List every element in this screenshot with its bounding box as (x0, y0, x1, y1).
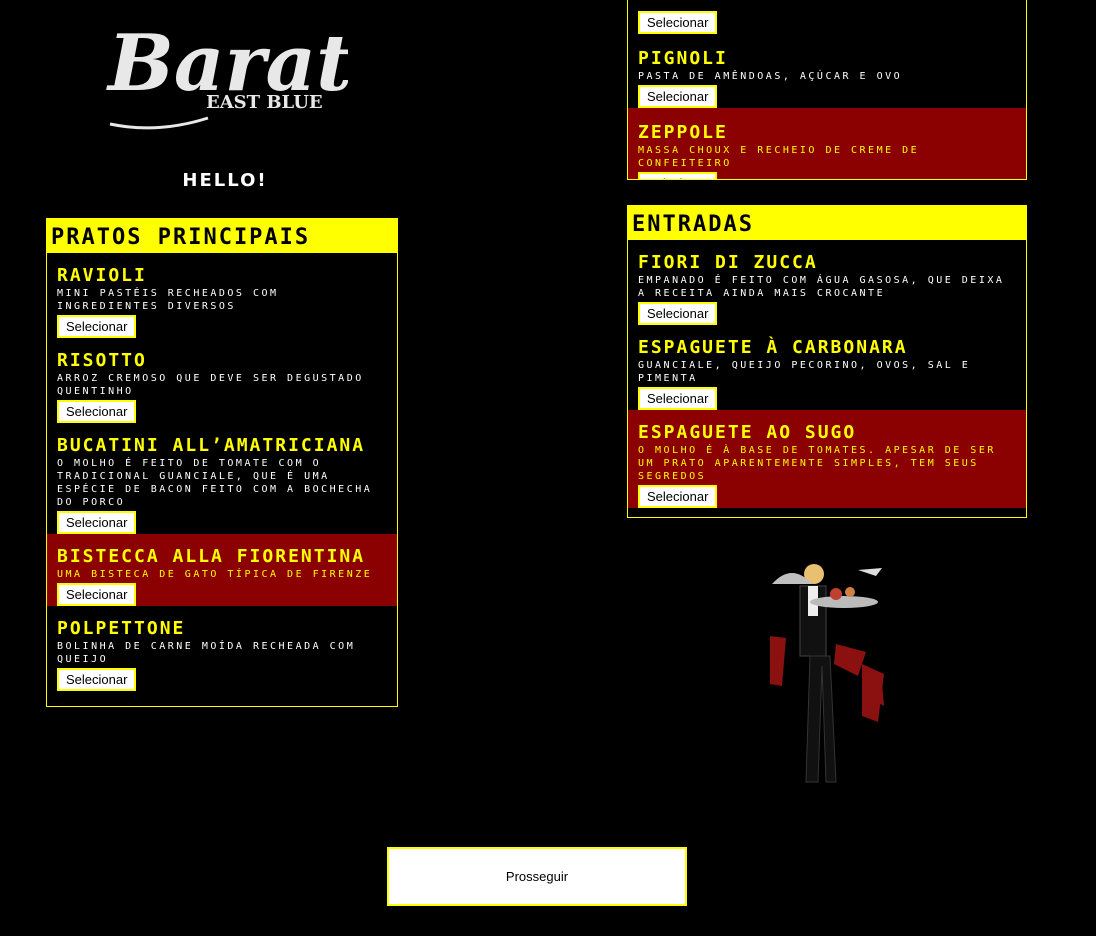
menu-list: Selecionar PIGNOLI PASTA DE AMÊNDOAS, AÇÚC… (628, 0, 1026, 179)
menu-item-name: RISOTTO (57, 350, 147, 371)
select-button[interactable]: Selecionar (638, 387, 718, 410)
menu-item: RAVIOLI MINI PASTÉIS RECHEADOS COM INGRED… (47, 253, 397, 338)
menu-item-name: BISTECCA ALLA FIORENTINA (57, 546, 366, 567)
proceed-button[interactable]: Prosseguir (387, 847, 687, 906)
menu-item: RISOTTO ARROZ CREMOSO QUE DEVE SER DEGUST… (47, 338, 397, 423)
menu-item: ZEPPOLE MASSA CHOUX E RECHEIO DE CREME DE… (628, 108, 1026, 179)
menu-item-description: MASSA CHOUX E RECHEIO DE CREME DE CONFEI… (638, 145, 920, 169)
menu-item-description: BOLINHA DE CARNE MOÍDA RECHEADA COM QUEI… (57, 641, 356, 665)
menu-item-name: POLPETTONE (57, 618, 186, 639)
menu-item: ESPAGUETE AO SUGO O MOLHO É À BASE DE TOM… (628, 410, 1026, 508)
menu-list: FIORI DI ZUCCA EMPANADO É FEITO COM ÁGUA … (628, 240, 1026, 508)
panel-title: PRATOS PRINCIPAIS (47, 219, 397, 253)
menu-item: PIGNOLI PASTA DE AMÊNDOAS, AÇÚCAR E OVO Se… (628, 34, 1026, 108)
menu-item-name: ESPAGUETE AO SUGO (638, 422, 857, 443)
menu-item-name: PIGNOLI (638, 48, 728, 69)
select-button[interactable]: Selecionar (57, 315, 137, 338)
svg-text:EAST BLUE: EAST BLUE (206, 92, 323, 113)
menu-item-description: GUANCIALE, QUEIJO PECORINO, OVOS, SAL E … (638, 360, 971, 384)
menu-item: POLPETTONE BOLINHA DE CARNE MOÍDA RECHEAD… (47, 606, 397, 691)
menu-item-name: FIORI DI ZUCCA (638, 252, 818, 273)
menu-item-description: ARROZ CREMOSO QUE DEVE SER DEGUSTADO QUE… (57, 373, 364, 397)
menu-item-name: RAVIOLI (57, 265, 147, 286)
select-button[interactable]: Selecionar (638, 172, 718, 179)
menu-item-name: ZEPPOLE (638, 122, 728, 143)
sobremesas-panel: Selecionar PIGNOLI PASTA DE AMÊNDOAS, AÇÚC… (627, 0, 1027, 180)
chef-illustration (766, 556, 890, 794)
select-button[interactable]: Selecionar (57, 511, 137, 534)
menu-item-description: PASTA DE AMÊNDOAS, AÇÚCAR E OVO (638, 71, 903, 82)
select-button[interactable]: Selecionar (638, 11, 718, 34)
greeting: HELLO! (182, 170, 268, 191)
select-button[interactable]: Selecionar (638, 302, 718, 325)
menu-item-description: EMPANADO É FEITO COM ÁGUA GASOSA, QUE DE… (638, 275, 1005, 299)
menu-item-description: UMA BISTECA DE GATO TÍPICA DE FIRENZE (57, 569, 373, 580)
panel-title: ENTRADAS (628, 206, 1026, 240)
menu-item: ESPAGUETE À CARBONARA GUANCIALE, QUEIJO P… (628, 325, 1026, 410)
menu-item-description: O MOLHO É FEITO DE TOMATE COM O TRADICIO… (57, 458, 373, 508)
select-button[interactable]: Selecionar (57, 668, 137, 691)
menu-item: Selecionar (628, 0, 1026, 34)
menu-item-name: ESPAGUETE À CARBONARA (638, 337, 908, 358)
select-button[interactable]: Selecionar (57, 583, 137, 606)
menu-item: FIORI DI ZUCCA EMPANADO É FEITO COM ÁGUA … (628, 240, 1026, 325)
menu-item: BISTECCA ALLA FIORENTINA UMA BISTECA DE G… (47, 534, 397, 606)
menu-list: RAVIOLI MINI PASTÉIS RECHEADOS COM INGRED… (47, 253, 397, 691)
menu-item-name: BUCATINI ALL’AMATRICIANA (57, 435, 366, 456)
menu-item-description: O MOLHO É À BASE DE TOMATES. APESAR DE S… (638, 445, 996, 482)
select-button[interactable]: Selecionar (57, 400, 137, 423)
select-button[interactable]: Selecionar (638, 85, 718, 108)
entradas-panel: ENTRADAS FIORI DI ZUCCA EMPANADO É FEITO … (627, 205, 1027, 518)
menu-item-description: MINI PASTÉIS RECHEADOS COM INGREDIENTES … (57, 288, 279, 312)
baratie-logo: Baratié EAST BLUE (98, 6, 431, 132)
select-button[interactable]: Selecionar (638, 485, 718, 508)
pratos-principais-panel: PRATOS PRINCIPAIS RAVIOLI MINI PASTÉIS RE… (46, 218, 398, 707)
menu-item: BUCATINI ALL’AMATRICIANA O MOLHO É FEITO … (47, 423, 397, 534)
